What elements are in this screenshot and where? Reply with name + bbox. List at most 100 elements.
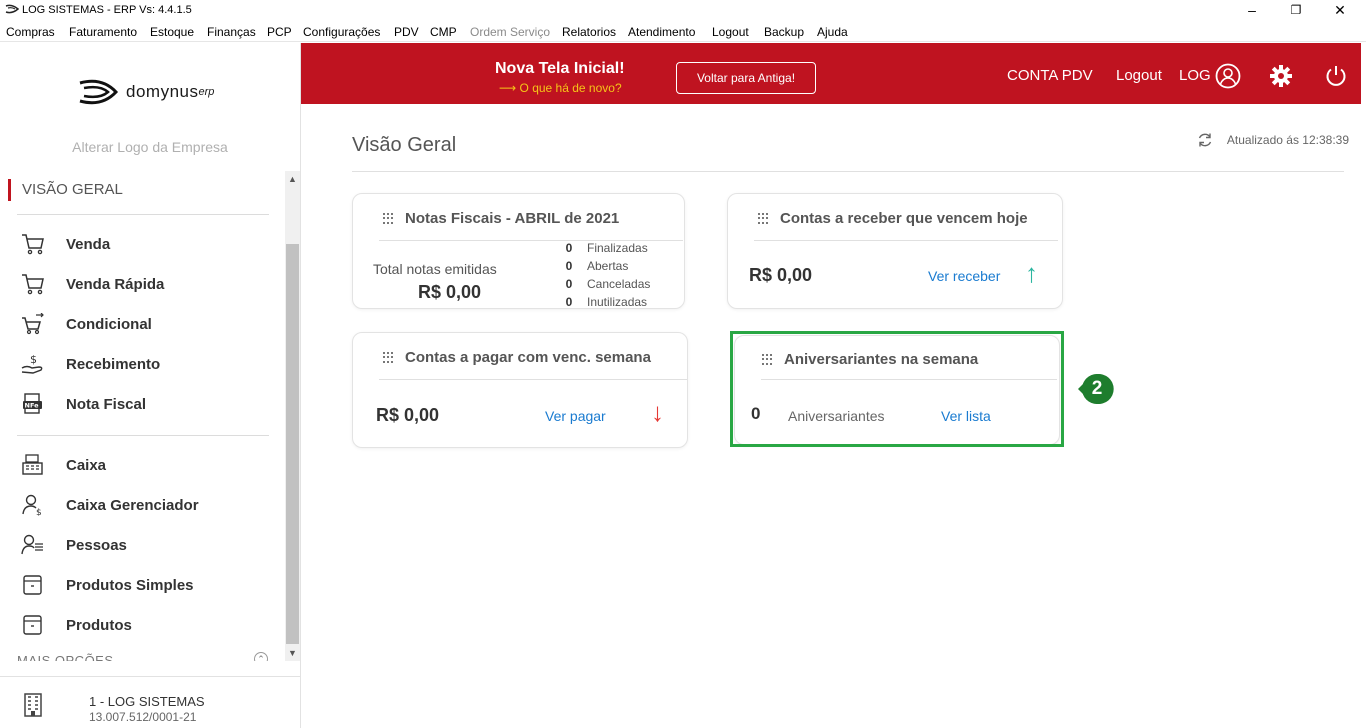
close-button[interactable]: ✕ [1317,0,1363,22]
card-header: Notas Fiscais - ABRIL de 2021 [383,210,619,227]
menu-backup[interactable]: Backup [764,25,804,39]
menu-atendimento[interactable]: Atendimento [628,25,695,39]
logo-area: domynus erp Alterar Logo da Empresa [0,43,300,155]
sidebar-item-label: Pessoas [66,536,127,554]
sidebar-item-label: Produtos Simples [66,576,194,594]
gear-icon[interactable] [1269,64,1293,93]
menu-relatorios[interactable]: Relatorios [562,25,616,39]
view-payables-link[interactable]: Ver pagar [545,408,606,424]
page-title: Visão Geral [352,134,457,156]
logo-suffix: erp [198,86,215,98]
minimize-button[interactable]: – [1229,0,1275,22]
arrow-down-icon: ↓ [651,397,664,427]
sidebar-item-label: Produtos [66,616,132,634]
chevron-up-circle-icon[interactable]: ⌃ [254,652,268,661]
sidebar-item-recebimento[interactable]: $ Recebimento [20,349,275,379]
building-icon [24,693,42,722]
sidebar-item-caixa-gerenciador[interactable]: $ Caixa Gerenciador [20,490,275,520]
company-info[interactable]: 1 - LOG SISTEMAS 13.007.512/0001-21 [0,676,300,728]
company-cnpj: 13.007.512/0001-21 [89,710,197,724]
sidebar-item-label: Venda Rápida [66,275,165,293]
card-divider [379,379,687,380]
drag-handle-icon[interactable] [758,212,770,225]
people-list-icon [20,533,46,557]
arrow-up-icon: ↑ [1025,258,1038,288]
window-title: LOG SISTEMAS - ERP Vs: 4.4.1.5 [22,4,192,16]
last-updated-text: Atualizado ás 12:38:39 [1226,133,1349,147]
user-avatar-icon[interactable] [1215,63,1241,94]
alter-logo-link[interactable]: Alterar Logo da Empresa [0,139,300,155]
sidebar-item-nota-fiscal[interactable]: NFe Nota Fiscal [20,389,275,419]
card-notas-fiscais: Notas Fiscais - ABRIL de 2021 Total nota… [352,193,685,309]
sidebar-item-produtos-simples[interactable]: Produtos Simples [20,570,275,600]
box-icon [20,613,46,637]
menu-pdv[interactable]: PDV [394,25,419,39]
conta-pdv-link[interactable]: CONTA PDV [1007,67,1093,84]
logout-link[interactable]: Logout [1116,67,1162,84]
user-money-icon: $ [20,493,46,517]
svg-text:NFe: NFe [25,402,40,410]
sidebar-scrollbar[interactable]: ▲ ▼ [285,171,300,661]
stat-finalizadas: 0 Finalizadas [565,241,648,255]
sidebar-item-label: Nota Fiscal [66,395,147,413]
sidebar-item-pessoas[interactable]: Pessoas [20,530,275,560]
scroll-up-icon[interactable]: ▲ [285,171,300,187]
card-title: Contas a pagar com venc. semana [405,349,651,366]
company-logo[interactable]: domynus erp [78,79,214,105]
sidebar-item-label: Venda [66,235,111,253]
stat-abertas: 0 Abertas [565,259,629,273]
whats-new-link[interactable]: ⟶ O que há de novo? [499,81,622,95]
stat-canceladas: 0 Canceladas [565,277,651,291]
card-divider [754,240,1058,241]
title-divider [352,171,1344,172]
tutorial-highlight-box [730,331,1064,447]
user-name[interactable]: LOG [1179,67,1211,84]
box-icon [20,573,46,597]
sidebar: domynus erp Alterar Logo da Empresa VISÃ… [0,43,301,728]
logo-text: domynus [126,82,199,101]
menu-pcp[interactable]: PCP [267,25,292,39]
last-updated: Atualizado ás 12:38:39 [1197,132,1349,148]
total-notes-label: Total notas emitidas [373,261,497,277]
scrollbar-thumb[interactable] [286,244,299,644]
nav-divider [17,435,269,436]
receivable-value: R$ 0,00 [749,265,813,285]
card-title: Notas Fiscais - ABRIL de 2021 [405,210,620,227]
top-header: Nova Tela Inicial! ⟶ O que há de novo? V… [301,43,1361,104]
step-number: 2 [1091,378,1103,399]
sidebar-item-condicional[interactable]: Condicional [20,309,275,339]
scroll-down-icon[interactable]: ▼ [285,645,300,661]
refresh-icon[interactable] [1197,132,1213,148]
sidebar-item-venda[interactable]: Venda [20,229,275,259]
menu-configuracoes[interactable]: Configurações [303,25,380,39]
svg-text:$: $ [30,353,37,366]
more-options-label[interactable]: MAIS OPÇÕES [17,653,114,661]
sidebar-item-caixa[interactable]: Caixa [20,450,275,480]
drag-handle-icon[interactable] [383,212,395,225]
menu-cmp[interactable]: CMP [430,25,457,39]
stat-inutilizadas: 0 Inutilizadas [565,295,648,309]
company-name: 1 - LOG SISTEMAS [89,694,205,709]
menu-ajuda[interactable]: Ajuda [817,25,848,39]
sidebar-item-venda-rapida[interactable]: Venda Rápida [20,269,275,299]
sidebar-item-label: Caixa [66,456,107,474]
cash-register-icon [20,453,46,477]
menu-financas[interactable]: Finanças [207,25,256,39]
menu-logout[interactable]: Logout [712,25,749,39]
menu-bar: Compras Faturamento Estoque Finanças PCP… [0,22,1366,42]
sidebar-section-visao-geral[interactable]: VISÃO GERAL [8,179,123,201]
app-logo-icon [5,4,20,17]
restore-button[interactable]: ❐ [1273,0,1319,22]
drag-handle-icon[interactable] [383,351,395,364]
back-to-old-button[interactable]: Voltar para Antiga! [676,62,816,94]
power-icon[interactable] [1324,64,1348,93]
menu-compras[interactable]: Compras [6,25,55,39]
view-receivables-link[interactable]: Ver receber [928,268,1000,284]
menu-faturamento[interactable]: Faturamento [69,25,137,39]
cart-icon [20,232,46,256]
sidebar-item-produtos[interactable]: Produtos [20,610,275,640]
menu-estoque[interactable]: Estoque [150,25,194,39]
svg-text:$: $ [36,508,42,516]
hand-money-icon: $ [20,352,46,376]
menu-ordem-servico[interactable]: Ordem Serviço [470,25,550,39]
